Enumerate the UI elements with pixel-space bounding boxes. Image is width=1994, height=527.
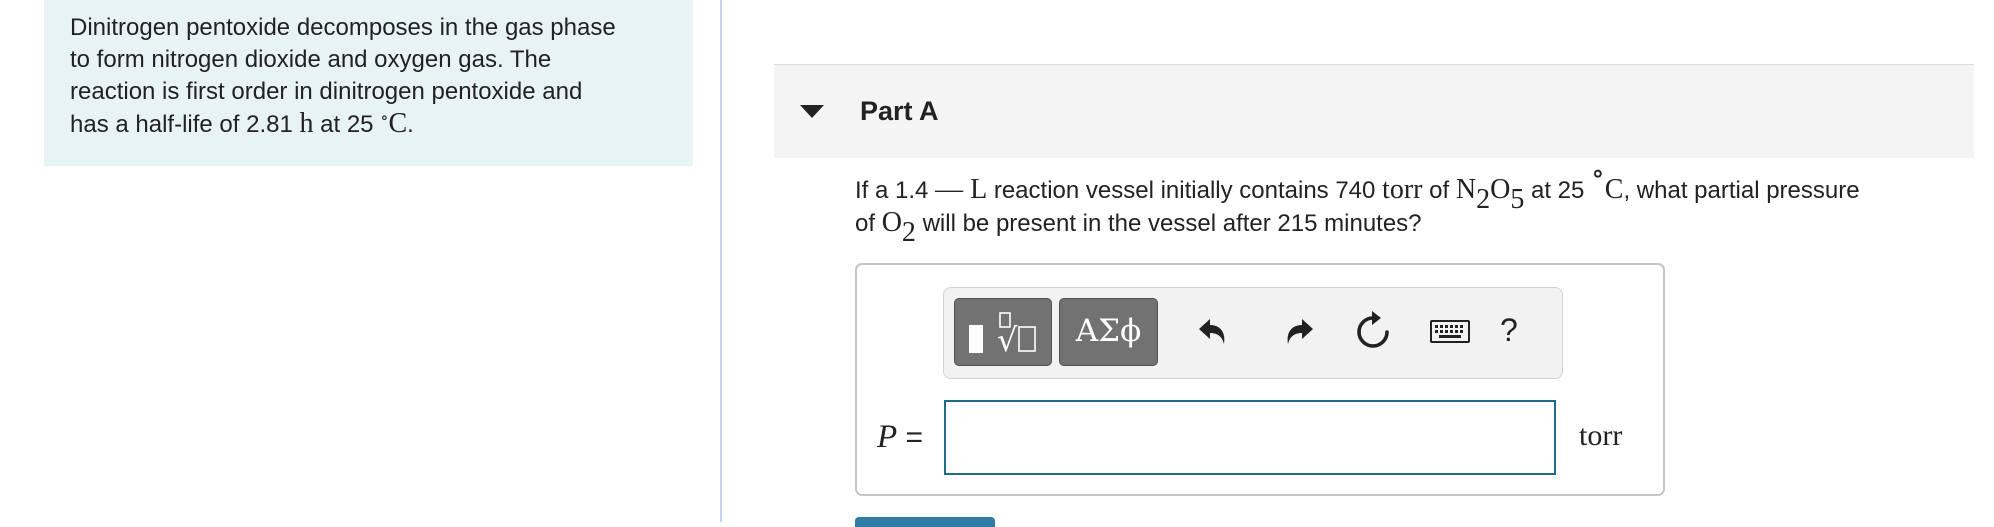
intro-line: Dinitrogen pentoxide decomposes in the g…	[70, 14, 616, 41]
formula-o2-subscript: 2	[901, 216, 916, 248]
keyboard-icon	[1430, 320, 1470, 343]
undo-button[interactable]	[1194, 308, 1240, 354]
reset-icon	[1357, 311, 1389, 348]
symbols-label: ΑΣϕ	[1075, 313, 1142, 349]
answer-box: √ ΑΣϕ ? P = torr	[855, 263, 1665, 496]
q-text: reaction vessel initially contains 740	[987, 177, 1383, 204]
unit-liter: L	[963, 174, 988, 205]
templates-icon: √	[969, 312, 1036, 359]
problem-intro-panel: Dinitrogen pentoxide decomposes in the g…	[44, 0, 693, 166]
part-a-header[interactable]: Part A	[774, 64, 1974, 158]
redo-button[interactable]	[1272, 308, 1318, 354]
intro-line: has a half-life of 2.81 h at 25 ∘C.	[70, 108, 667, 141]
q-text: If a 1.4	[855, 177, 936, 204]
intro-line: to form nitrogen dioxide and oxygen gas.…	[70, 46, 552, 73]
unit-celsius: C	[388, 108, 408, 139]
degree-symbol: ∘	[1591, 158, 1605, 190]
help-button[interactable]: ?	[1500, 312, 1518, 349]
templates-button[interactable]: √	[954, 298, 1052, 366]
question-line-1: If a 1.4 — L reaction vessel initially c…	[855, 160, 1975, 213]
q-text: will be present in the vessel after 215 …	[915, 210, 1422, 237]
reset-button[interactable]	[1350, 308, 1396, 354]
redo-icon	[1287, 319, 1313, 344]
intro-line: reaction is first order in dinitrogen pe…	[70, 78, 583, 105]
formula-n-subscript: 2	[1476, 183, 1491, 215]
unit-hours: h	[299, 108, 314, 139]
q-text: , what partial pressure	[1623, 177, 1860, 204]
formula-n: N	[1455, 174, 1477, 205]
question-text: If a 1.4 — L reaction vessel initially c…	[855, 160, 1975, 246]
equals-sign: =	[897, 421, 924, 454]
q-text: at 25	[1524, 177, 1592, 204]
intro-text: at 25	[313, 111, 381, 138]
intro-text: .	[407, 111, 414, 138]
caret-down-icon[interactable]	[800, 105, 824, 118]
undo-icon	[1199, 319, 1225, 344]
submit-button[interactable]	[855, 517, 995, 527]
question-line-2: of O2 will be present in the vessel afte…	[855, 207, 1975, 246]
formula-o-subscript: 5	[1510, 183, 1525, 215]
q-dash: —	[935, 174, 964, 205]
unit-torr: torr	[1382, 174, 1423, 205]
answer-label: P =	[877, 419, 923, 456]
unit-celsius: C	[1604, 174, 1624, 205]
math-toolbar: √ ΑΣϕ ?	[943, 287, 1563, 379]
symbols-button[interactable]: ΑΣϕ	[1059, 298, 1158, 366]
svg-text:√: √	[997, 321, 1018, 359]
answer-variable: P	[877, 419, 898, 455]
intro-text: has a half-life of 2.81	[70, 111, 300, 138]
part-title[interactable]: Part A	[860, 96, 939, 127]
answer-unit: torr	[1579, 419, 1623, 452]
q-text: of	[855, 210, 882, 237]
keyboard-button[interactable]	[1427, 308, 1473, 354]
q-text: of	[1422, 177, 1456, 204]
formula-o: O	[1490, 174, 1511, 205]
answer-input[interactable]	[944, 400, 1556, 475]
column-divider	[720, 0, 722, 522]
formula-o2: O	[881, 207, 902, 238]
